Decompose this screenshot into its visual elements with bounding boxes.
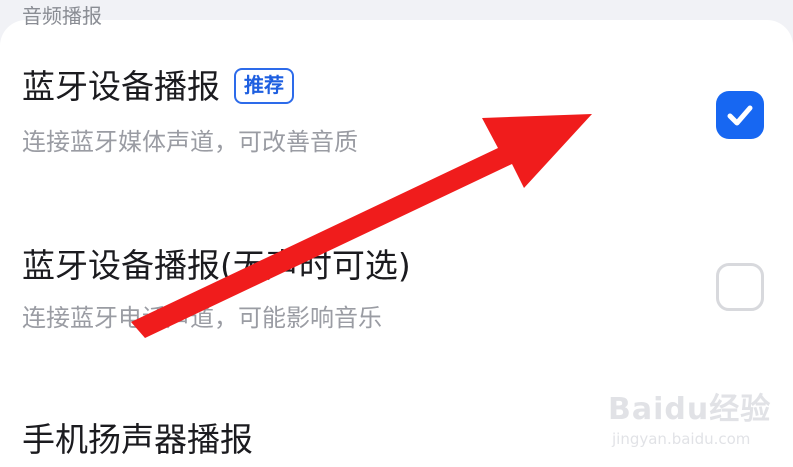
- option-title: 蓝牙设备播报 推荐: [22, 67, 294, 107]
- checkbox-unchecked[interactable]: [716, 263, 764, 311]
- option-title-text: 蓝牙设备播报: [22, 67, 220, 106]
- option-subtitle: 连接蓝牙电话声道，可能影响音乐: [22, 304, 382, 332]
- option-title: 蓝牙设备播报(无声时可选): [22, 246, 411, 285]
- recommended-badge: 推荐: [234, 67, 294, 104]
- baidu-watermark: Baidu经验 jingyan.baidu.com: [606, 384, 770, 454]
- checkmark-icon: [727, 105, 753, 126]
- option-bluetooth-call[interactable]: 蓝牙设备播报(无声时可选) 连接蓝牙电话声道，可能影响音乐: [0, 200, 793, 380]
- watermark-url: jingyan.baidu.com: [612, 430, 751, 448]
- option-bluetooth-media[interactable]: 蓝牙设备播报 推荐 连接蓝牙媒体声道，可改善音质: [0, 20, 793, 200]
- settings-screen: 音频播报 蓝牙设备播报 推荐 连接蓝牙媒体声道，可改善音质 蓝牙设备播报(无声时可…: [0, 0, 793, 467]
- checkbox-checked[interactable]: [716, 91, 764, 139]
- watermark-logo: Baidu经验: [608, 392, 772, 427]
- option-title: 手机扬声器播报: [22, 420, 253, 459]
- option-subtitle: 连接蓝牙媒体声道，可改善音质: [22, 128, 358, 156]
